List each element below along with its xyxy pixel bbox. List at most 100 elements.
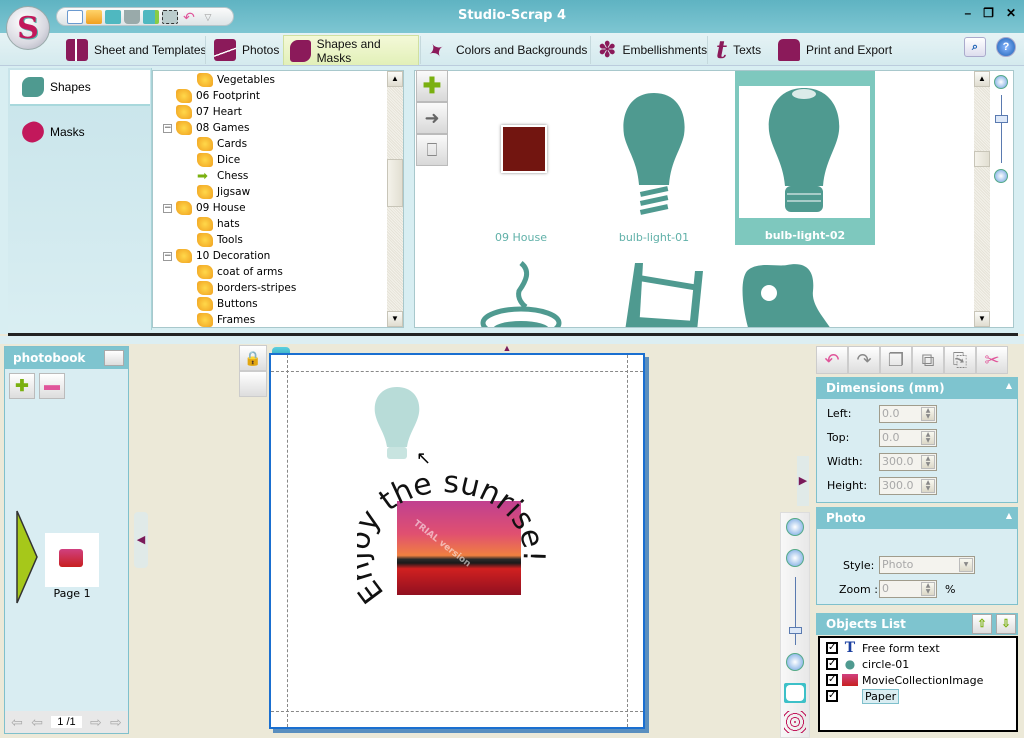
collapse-icon[interactable]: ▲ bbox=[1006, 381, 1012, 390]
tree-item[interactable]: − 08 Games bbox=[163, 120, 249, 136]
first-page-icon[interactable]: ⇦ bbox=[11, 714, 23, 731]
expand-toggle[interactable]: − bbox=[163, 203, 172, 213]
scroll-thumb[interactable] bbox=[974, 151, 990, 167]
collapse-icon[interactable]: ▲ bbox=[1006, 511, 1012, 520]
tree-item[interactable]: coat of arms bbox=[197, 264, 283, 280]
gallery-item[interactable]: bulb-light-01 bbox=[599, 85, 709, 245]
last-page-icon[interactable]: ⇨ bbox=[110, 714, 122, 731]
tree-item[interactable]: Tools bbox=[197, 232, 243, 248]
gallery-scrollbar[interactable]: ▲ ▼ bbox=[974, 71, 990, 327]
spinner[interactable]: ▲ ▼ bbox=[921, 582, 935, 596]
collapse-right-handle[interactable]: ▶ bbox=[797, 456, 809, 506]
move-down-button[interactable]: ⇩ bbox=[996, 614, 1016, 634]
visibility-checkbox[interactable]: ✓ bbox=[826, 690, 838, 702]
tree-item[interactable]: − 09 House bbox=[163, 200, 246, 216]
tree-item[interactable]: Cards bbox=[197, 136, 247, 152]
current-page[interactable]: 1 bbox=[57, 716, 63, 728]
redo-icon[interactable]: ↷ bbox=[848, 346, 880, 374]
apply-arrow-icon[interactable]: ➜ bbox=[416, 102, 448, 134]
gallery-item[interactable]: 09 House bbox=[471, 85, 571, 245]
dropdown-icon[interactable]: ▼ bbox=[959, 558, 973, 572]
gallery-item[interactable] bbox=[737, 261, 837, 327]
collapse-left-handle[interactable]: ◀ bbox=[134, 512, 148, 568]
tab-colors-and-backgrounds[interactable]: ✦ Colors and Backgrounds bbox=[422, 35, 593, 65]
gallery-item-selected[interactable]: bulb-light-02 bbox=[735, 71, 875, 245]
zoom-out-icon[interactable] bbox=[786, 653, 804, 671]
tree-item[interactable]: hats bbox=[197, 216, 240, 232]
tree-item[interactable]: ➡ Chess bbox=[197, 168, 248, 184]
photo-header[interactable]: Photo ▲ bbox=[816, 507, 1018, 529]
dropdown-icon[interactable]: ▽ bbox=[200, 10, 216, 24]
trash-icon[interactable]: ⎕ bbox=[416, 134, 448, 166]
spinner[interactable]: ▲ ▼ bbox=[921, 407, 935, 421]
paste-icon[interactable]: ⎘ bbox=[944, 346, 976, 374]
tab-print-and-export[interactable]: Print and Export bbox=[772, 35, 898, 65]
minimize-button[interactable]: – bbox=[964, 6, 971, 20]
curved-text-object[interactable]: Enjoy the sunrise! bbox=[357, 453, 557, 613]
grid-icon[interactable] bbox=[784, 711, 806, 733]
lock-icon[interactable]: 🔒 bbox=[239, 345, 267, 371]
spinner[interactable]: ▲ ▼ bbox=[921, 455, 935, 469]
visibility-checkbox[interactable]: ✓ bbox=[826, 658, 838, 670]
expand-toggle[interactable]: − bbox=[163, 123, 172, 133]
add-icon[interactable]: ✚ bbox=[416, 70, 448, 102]
zoom-fit-icon[interactable] bbox=[786, 518, 804, 536]
add-page-button[interactable]: ✚ bbox=[9, 373, 35, 399]
tree-item[interactable]: − 10 Decoration bbox=[163, 248, 270, 264]
new-document-icon[interactable] bbox=[67, 9, 83, 24]
zoom-out-icon[interactable] bbox=[994, 169, 1008, 183]
nav-shapes[interactable]: Shapes bbox=[10, 70, 150, 106]
spinner[interactable]: ▲ ▼ bbox=[921, 479, 935, 493]
scroll-up-button[interactable]: ▲ bbox=[974, 71, 990, 87]
tab-photos[interactable]: Photos bbox=[208, 35, 285, 65]
dimensions-header[interactable]: Dimensions (mm) ▲ bbox=[816, 377, 1018, 399]
expand-toggle[interactable]: − bbox=[163, 251, 172, 261]
open-folder-icon[interactable] bbox=[86, 9, 102, 24]
move-up-button[interactable]: ⇧ bbox=[972, 614, 992, 634]
object-list-item[interactable]: ✓ Paper bbox=[826, 688, 900, 704]
tab-sheet-and-templates[interactable]: Sheet and Templates bbox=[60, 35, 213, 65]
zoom-slider-handle[interactable] bbox=[789, 627, 802, 634]
undo-icon[interactable]: ↶ bbox=[816, 346, 848, 374]
height-input[interactable]: 300.0 ▲ ▼ bbox=[879, 477, 937, 495]
tree-item[interactable]: Dice bbox=[197, 152, 240, 168]
cart-icon[interactable] bbox=[124, 9, 140, 24]
visibility-checkbox[interactable]: ✓ bbox=[826, 674, 838, 686]
tree-item[interactable]: 06 Footprint bbox=[163, 88, 260, 104]
print-preview-icon[interactable] bbox=[162, 9, 178, 24]
zoom-slider-track[interactable] bbox=[1001, 95, 1002, 163]
visibility-checkbox[interactable]: ✓ bbox=[826, 642, 838, 654]
close-button[interactable]: ✕ bbox=[1006, 6, 1016, 20]
gallery-item[interactable] bbox=[615, 261, 715, 327]
layers-icon[interactable] bbox=[239, 371, 267, 397]
fit-page-icon[interactable] bbox=[784, 683, 806, 703]
save-icon[interactable] bbox=[105, 9, 121, 24]
tree-item[interactable]: 07 Heart bbox=[163, 104, 242, 120]
object-list-item[interactable]: ✓ ● circle-01 bbox=[826, 656, 909, 672]
gallery-item[interactable] bbox=[471, 261, 571, 327]
tab-shapes-and-masks[interactable]: Shapes and Masks bbox=[283, 35, 419, 65]
copy-icon[interactable]: ❐ bbox=[880, 346, 912, 374]
spinner[interactable]: ▲ ▼ bbox=[921, 431, 935, 445]
restore-button[interactable]: ❐ bbox=[983, 6, 994, 20]
tree-item[interactable]: Frames bbox=[197, 312, 255, 327]
zoom-slider-track[interactable] bbox=[795, 577, 796, 645]
zoom-slider-handle[interactable] bbox=[995, 115, 1008, 123]
tree-item[interactable]: Buttons bbox=[197, 296, 258, 312]
style-select[interactable]: Photo ▼ bbox=[879, 556, 975, 574]
tree-scrollbar[interactable]: ▲ ▼ bbox=[387, 71, 403, 327]
scroll-down-button[interactable]: ▼ bbox=[387, 311, 403, 327]
page-canvas[interactable]: TRIAL version Enjoy the sunrise! ↖ bbox=[269, 353, 645, 729]
width-input[interactable]: 300.0 ▲ ▼ bbox=[879, 453, 937, 471]
cut-icon[interactable]: ✂ bbox=[976, 346, 1008, 374]
object-list-item[interactable]: ✓ MovieCollectionImage bbox=[826, 672, 983, 688]
scroll-up-button[interactable]: ▲ bbox=[387, 71, 403, 87]
page-thumbnail[interactable] bbox=[45, 533, 99, 587]
tree-item[interactable]: borders-stripes bbox=[197, 280, 296, 296]
remove-page-button[interactable]: ▬ bbox=[39, 373, 65, 399]
help-icon[interactable]: ? bbox=[996, 37, 1016, 57]
tree-item[interactable]: Vegetables bbox=[197, 72, 275, 88]
next-page-icon[interactable]: ⇨ bbox=[90, 714, 102, 731]
spread-view-button[interactable] bbox=[104, 350, 124, 366]
collapse-top-handle[interactable]: ▲ bbox=[500, 344, 514, 353]
